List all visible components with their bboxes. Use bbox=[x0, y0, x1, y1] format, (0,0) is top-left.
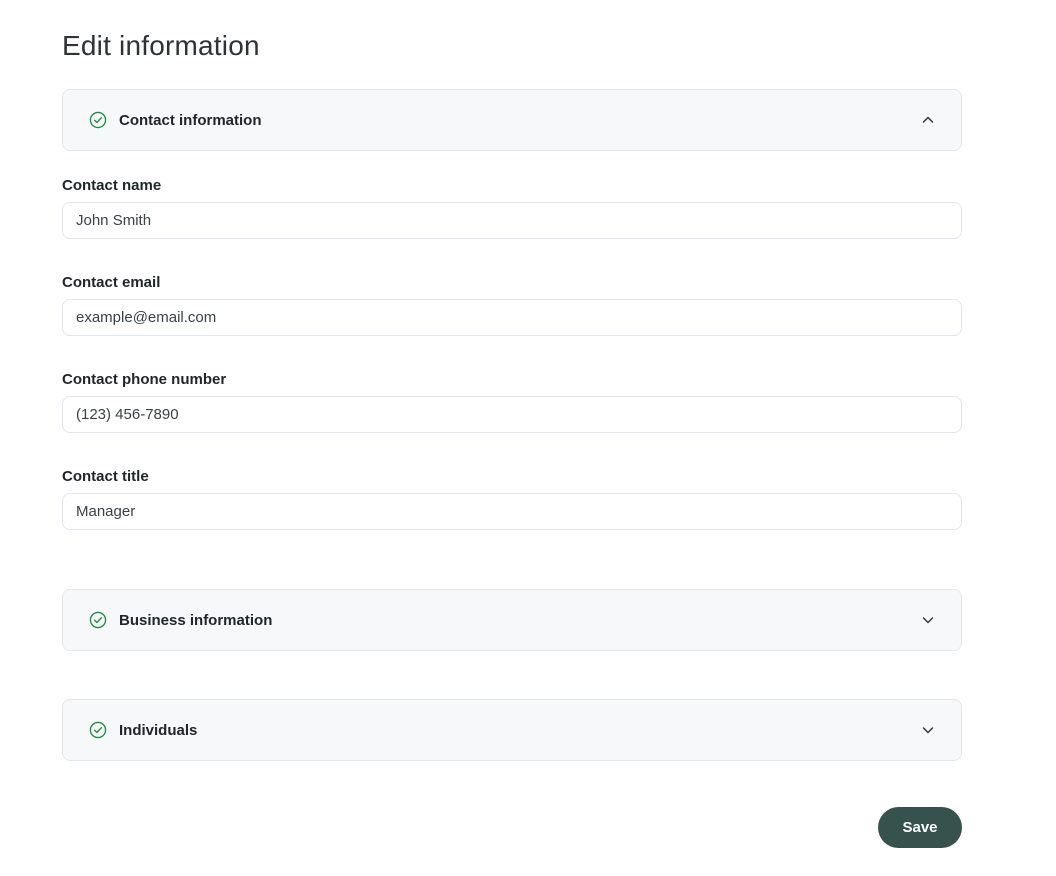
edit-information-page: Edit information Contact information Con… bbox=[62, 0, 962, 848]
checkmark-circle-icon bbox=[89, 111, 107, 129]
checkmark-circle-icon bbox=[89, 721, 107, 739]
field-contact-name: Contact name bbox=[62, 177, 962, 239]
contact-title-input[interactable] bbox=[62, 493, 962, 530]
contact-email-label: Contact email bbox=[62, 274, 161, 291]
accordion-label: Contact information bbox=[119, 111, 262, 129]
page-title: Edit information bbox=[62, 30, 260, 61]
accordion-individuals[interactable]: Individuals bbox=[62, 699, 962, 761]
contact-phone-label: Contact phone number bbox=[62, 371, 227, 388]
chevron-down-icon bbox=[921, 723, 935, 737]
checkmark-circle-icon bbox=[89, 611, 107, 629]
chevron-up-icon bbox=[921, 113, 935, 127]
chevron-down-icon bbox=[921, 613, 935, 627]
footer: Save bbox=[62, 807, 962, 848]
field-contact-title: Contact title bbox=[62, 468, 962, 530]
accordion-label: Business information bbox=[119, 611, 273, 629]
contact-title-label: Contact title bbox=[62, 468, 149, 485]
contact-email-input[interactable] bbox=[62, 299, 962, 336]
accordion-business-information[interactable]: Business information bbox=[62, 589, 962, 651]
accordion-contact-information[interactable]: Contact information bbox=[62, 89, 962, 151]
contact-phone-input[interactable] bbox=[62, 396, 962, 433]
contact-information-fields: Contact name Contact email Contact phone… bbox=[62, 177, 962, 530]
contact-name-label: Contact name bbox=[62, 177, 162, 194]
accordion-label: Individuals bbox=[119, 721, 198, 739]
field-contact-email: Contact email bbox=[62, 274, 962, 336]
field-contact-phone: Contact phone number bbox=[62, 371, 962, 433]
contact-name-input[interactable] bbox=[62, 202, 962, 239]
save-button[interactable]: Save bbox=[878, 807, 962, 848]
